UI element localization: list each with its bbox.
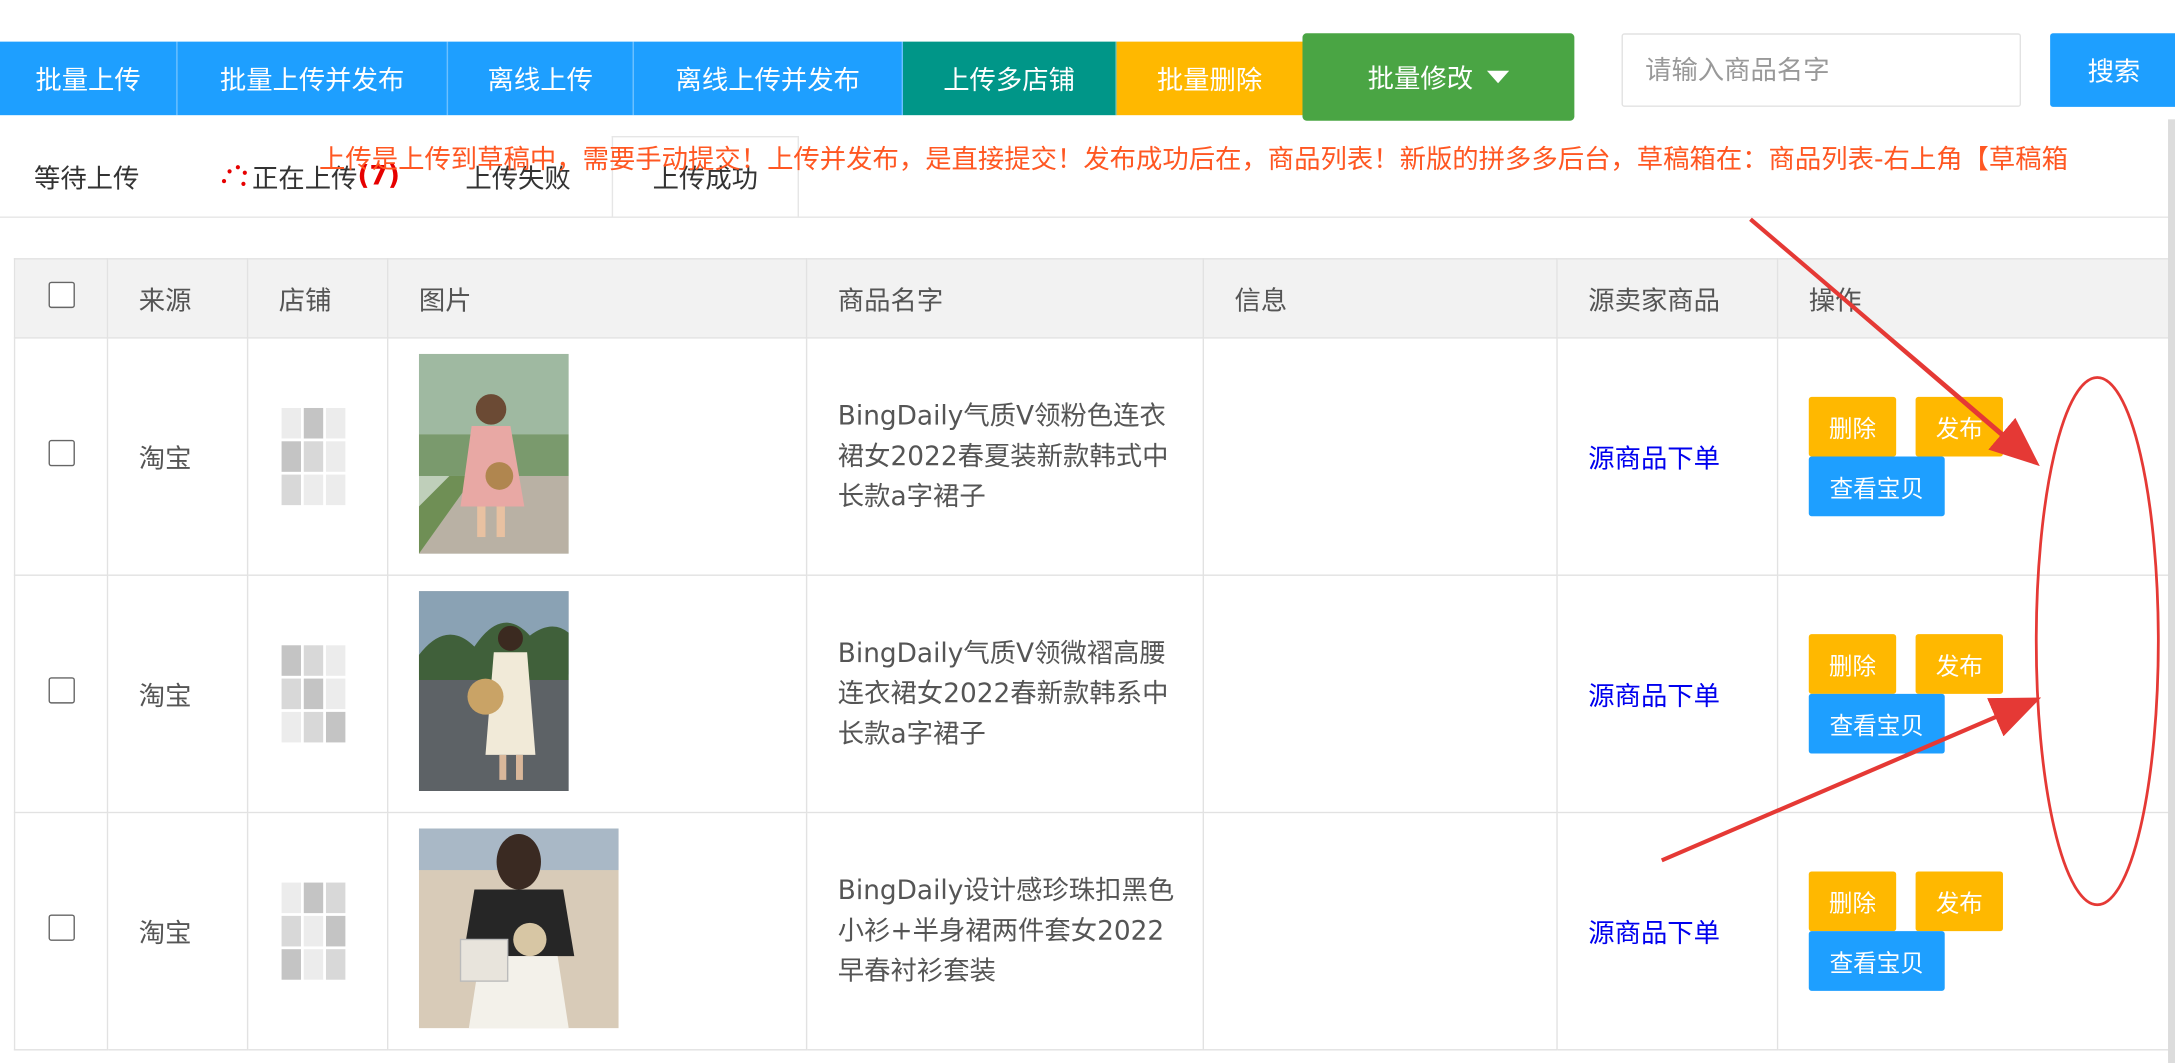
source-cell: 淘宝 [106,811,249,1051]
select-all-cell [13,258,109,339]
store-cell [246,811,389,1051]
product-image [418,590,569,791]
loading-spinner-icon [219,162,247,190]
offline-upload-publish-button[interactable]: 离线上传并发布 [633,41,904,116]
product-search-input[interactable] [1621,33,2022,107]
delete-button[interactable]: 删除 [1808,634,1897,694]
image-cell [387,337,808,576]
tab-waiting[interactable]: 等待上传 [0,136,173,216]
source-order-link[interactable]: 源商品下单 [1588,681,1720,712]
publish-button[interactable]: 发布 [1915,871,2003,932]
source-cell: 淘宝 [106,337,249,576]
caret-down-icon [1486,70,1510,84]
product-image [418,353,569,553]
row-select-cell [13,811,109,1051]
product-table: 来源 店铺 图片 商品名字 信息 源卖家商品 操作 淘宝 BingDaily气质… [13,258,2173,1051]
source-order-link[interactable]: 源商品下单 [1588,443,1720,474]
product-name: BingDaily气质V领粉色连衣裙女2022春夏装新款韩式中长款a字裙子 [837,400,1169,512]
row-select-cell [13,574,109,814]
store-cell [246,574,389,814]
image-cell [387,811,808,1051]
notice-marquee: 上传是上传到草稿中，需要手动提交！上传并发布，是直接提交！发布成功后在，商品列表… [319,144,2068,175]
view-item-button[interactable]: 查看宝贝 [1808,693,1945,754]
column-header: 图片 [387,258,808,339]
select-all-checkbox[interactable] [47,281,75,309]
upload-multi-store-button[interactable]: 上传多店铺 [903,41,1117,116]
seller-link-cell: 源商品下单 [1556,574,1779,814]
product-name: BingDaily设计感珍珠扣黑色小衫+半身裙两件套女2022早春衬衫套装 [837,874,1175,986]
delete-button[interactable]: 删除 [1808,871,1897,932]
column-header: 操作 [1776,258,2173,339]
image-cell [387,574,808,814]
row-checkbox[interactable] [47,677,75,704]
store-name-blurred [281,407,387,506]
delete-button[interactable]: 删除 [1808,396,1897,457]
table-row: 淘宝 [13,811,2173,1051]
column-header: 来源 [106,258,249,339]
tab-divider [0,216,2175,218]
actions-cell: 删除 发布查看宝贝 [1776,574,2173,814]
column-header: 源卖家商品 [1556,258,1779,339]
product-name-cell: BingDaily设计感珍珠扣黑色小衫+半身裙两件套女2022早春衬衫套装 [805,811,1205,1051]
row-select-cell [13,337,109,576]
actions-cell: 删除 发布查看宝贝 [1776,337,2173,576]
product-name-cell: BingDaily气质V领微褶高腰连衣裙女2022春新款韩系中长款a字裙子 [805,574,1205,814]
column-header: 信息 [1202,258,1558,339]
row-checkbox[interactable] [47,914,75,941]
vertical-scrollbar[interactable] [2168,119,2175,1063]
seller-link-cell: 源商品下单 [1556,337,1779,576]
actions-cell: 删除 发布查看宝贝 [1776,811,2173,1051]
toolbar: 批量上传 批量上传并发布 离线上传 离线上传并发布 上传多店铺 批量删除 批量修… [0,0,2175,121]
source-cell: 淘宝 [106,574,249,814]
product-image [418,827,619,1028]
page: 批量上传 批量上传并发布 离线上传 离线上传并发布 上传多店铺 批量删除 批量修… [0,0,2175,1063]
table-row: 淘宝 [13,574,2173,814]
batch-upload-publish-button[interactable]: 批量上传并发布 [177,41,449,116]
view-item-button[interactable]: 查看宝贝 [1808,931,1945,991]
info-cell [1202,574,1558,814]
seller-link-cell: 源商品下单 [1556,811,1779,1051]
row-checkbox[interactable] [47,439,75,467]
publish-button[interactable]: 发布 [1915,634,2003,694]
source-order-link[interactable]: 源商品下单 [1588,918,1720,949]
store-name-blurred [281,882,387,980]
batch-delete-button[interactable]: 批量删除 [1116,41,1303,116]
table-header-row: 来源 店铺 图片 商品名字 信息 源卖家商品 操作 [13,258,2173,339]
column-header: 商品名字 [805,258,1205,339]
batch-modify-dropdown[interactable]: 批量修改 [1302,33,1575,121]
column-header: 店铺 [246,258,389,339]
info-cell [1202,337,1558,576]
search-button[interactable]: 搜索 [2050,33,2175,107]
batch-upload-button[interactable]: 批量上传 [0,41,178,116]
batch-modify-label: 批量修改 [1367,63,1474,95]
info-cell [1202,811,1558,1051]
product-name-cell: BingDaily气质V领粉色连衣裙女2022春夏装新款韩式中长款a字裙子 [805,337,1205,576]
publish-button[interactable]: 发布 [1915,396,2003,457]
view-item-button[interactable]: 查看宝贝 [1808,456,1945,517]
offline-upload-button[interactable]: 离线上传 [448,41,634,116]
product-name: BingDaily气质V领微褶高腰连衣裙女2022春新款韩系中长款a字裙子 [837,637,1169,749]
store-name-blurred [281,645,387,743]
store-cell [246,337,389,576]
table-row: 淘宝 [13,337,2173,576]
